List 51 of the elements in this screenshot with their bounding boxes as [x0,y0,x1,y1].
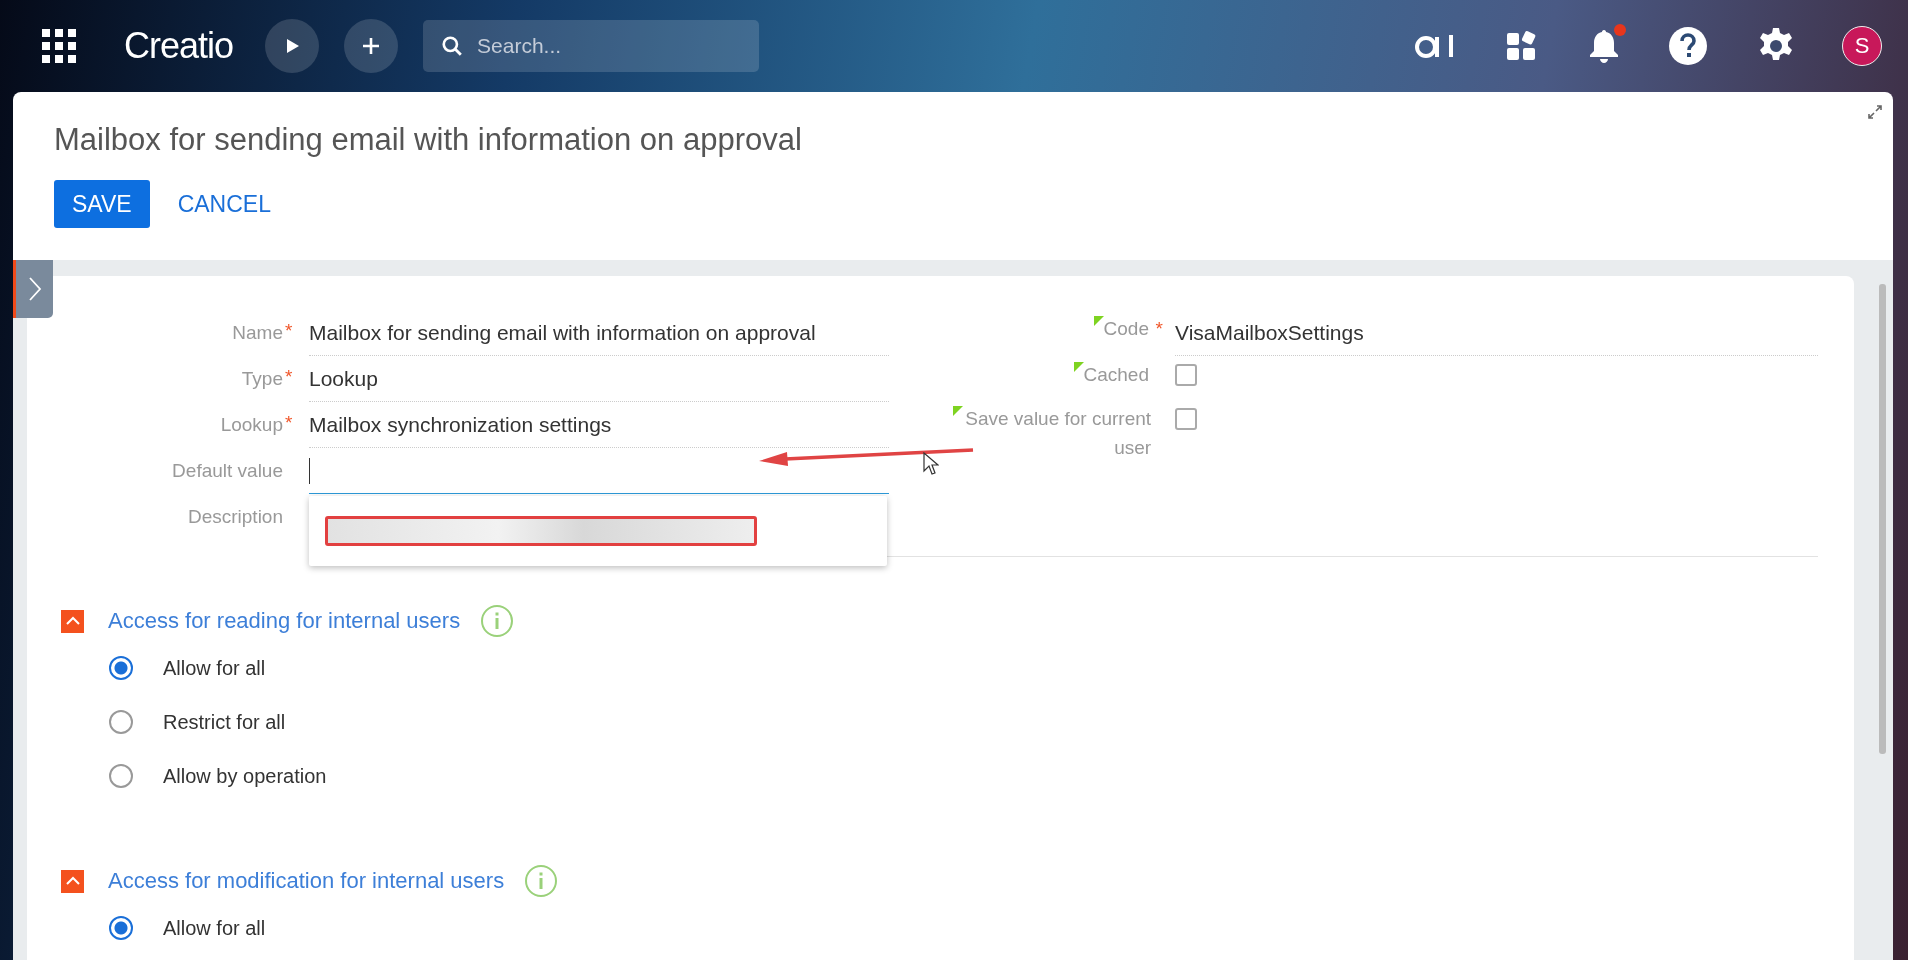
cancel-button[interactable]: CANCEL [159,180,289,228]
radio-button[interactable] [109,656,133,680]
required-asterisk: * [1154,317,1163,341]
page-title: Mailbox for sending email with information on approval [54,122,803,158]
field-label: Lookup [220,414,283,436]
field-value[interactable]: Lookup [309,356,889,402]
field-label: Cached [1083,363,1149,387]
radio-button[interactable] [109,916,133,940]
required-asterisk: * [284,320,294,342]
section-title[interactable]: Access for modification for internal users [108,868,505,894]
chevron-icon [27,276,42,302]
option-label[interactable]: Restrict for all [163,710,286,734]
field-label: Description [187,506,283,528]
field-label: Code [1103,317,1149,341]
field-label: Default value [172,460,283,482]
scrollbar[interactable] [1879,284,1886,754]
apps-grid-icon[interactable] [42,29,76,63]
radio-button[interactable] [109,710,133,734]
caret-icon [65,876,80,886]
plus-icon [361,36,382,56]
logo: Creatio [124,25,234,67]
option-label[interactable]: Allow by operation [163,764,327,788]
field-label: Name [232,322,283,344]
option-label[interactable]: Allow for all [163,916,266,940]
user-avatar[interactable]: S [1842,26,1882,66]
field-value[interactable]: Mailbox for sending email with information on approval [309,310,889,356]
save-button[interactable]: SAVE [54,180,150,228]
sidebar-toggle[interactable] [13,260,53,318]
required-asterisk: * [284,366,294,388]
redacted-item[interactable] [325,516,757,546]
field-label: Save value for current user [964,407,1152,460]
section-title[interactable]: Access for reading for internal users [108,608,461,634]
mouse-cursor-icon [923,452,939,476]
help-icon[interactable] [1668,26,1708,66]
field-value[interactable]: Mailbox synchronization settings [309,402,889,448]
option-label[interactable]: Allow for all [163,656,266,680]
field-value[interactable]: VisaMailboxSettings [1175,310,1818,356]
collapse-toggle[interactable] [61,869,84,893]
radio-button[interactable] [109,764,133,788]
checkbox[interactable] [1175,364,1197,386]
checkbox[interactable] [1175,408,1197,430]
play-button[interactable] [265,19,320,73]
required-asterisk: * [284,412,294,434]
caret-icon [65,616,80,626]
add-button[interactable] [344,19,399,73]
collapse-toggle[interactable] [61,609,84,633]
bell-icon[interactable] [1588,28,1620,64]
widgets-icon[interactable] [1506,30,1538,62]
search-icon [441,35,464,57]
expand-icon[interactable] [1867,104,1883,120]
field-label: Type [241,368,283,390]
